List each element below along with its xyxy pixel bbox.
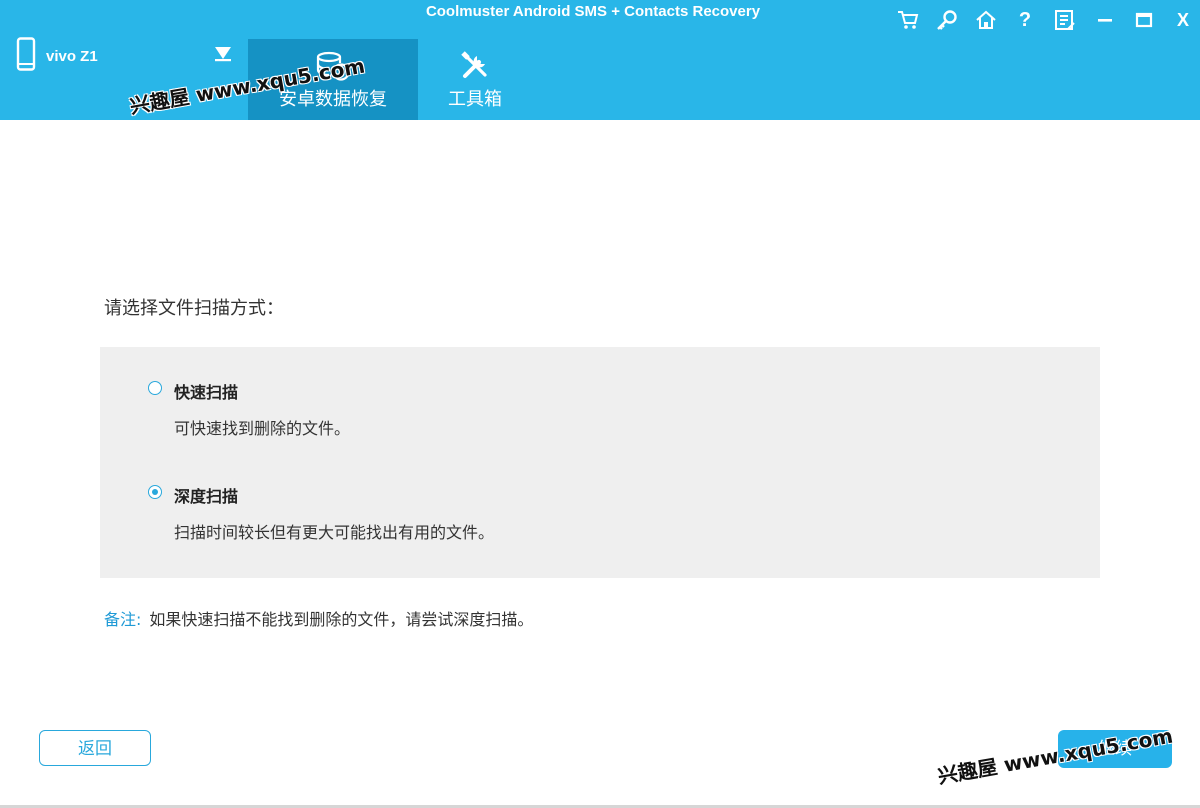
help-icon[interactable]: ? (1014, 9, 1036, 31)
feedback-icon[interactable] (1054, 9, 1076, 31)
key-icon[interactable] (936, 9, 958, 31)
tools-icon (390, 51, 560, 81)
phone-icon (16, 37, 36, 75)
back-button[interactable]: 返回 (39, 730, 151, 766)
home-icon[interactable] (975, 9, 997, 31)
tab-toolbox[interactable]: 工具箱 (390, 39, 560, 120)
deep-scan-title[interactable]: 深度扫描 (174, 483, 238, 507)
scan-mode-prompt: 请选择文件扫描方式： (104, 298, 284, 319)
deep-scan-radio[interactable] (148, 485, 162, 499)
deep-scan-description: 扫描时间较长但有更大可能找出有用的文件。 (174, 523, 495, 542)
quick-scan-radio[interactable] (148, 381, 162, 395)
device-name: vivo Z1 (46, 47, 98, 65)
quick-scan-description: 可快速找到删除的文件。 (174, 419, 351, 438)
triangle-down-icon[interactable] (214, 46, 232, 66)
note-label: 备注: (104, 610, 142, 629)
device-selector[interactable]: vivo Z1 (16, 37, 98, 75)
note: 备注: 如果快速扫描不能找到删除的文件，请尝试深度扫描。 (104, 606, 533, 630)
cart-icon[interactable] (897, 9, 919, 31)
app-title: Coolmuster Android SMS + Contacts Recove… (425, 3, 761, 20)
minimize-icon[interactable] (1094, 9, 1116, 31)
tab-label: 工具箱 (448, 89, 502, 110)
maximize-icon[interactable] (1133, 9, 1155, 31)
scan-options-panel: 快速扫描 可快速找到删除的文件。 深度扫描 扫描时间较长但有更大可能找出有用的文… (100, 347, 1100, 578)
note-text: 如果快速扫描不能找到删除的文件，请尝试深度扫描。 (149, 610, 534, 629)
quick-scan-title[interactable]: 快速扫描 (174, 379, 238, 403)
close-icon[interactable]: X (1172, 9, 1194, 31)
